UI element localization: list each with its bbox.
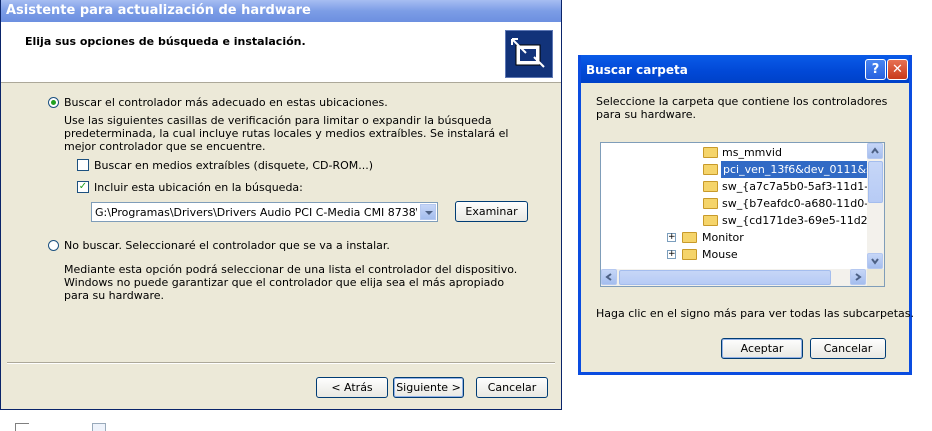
no-search-option-description: Mediante esta opción podrá seleccionar d… [64,263,518,302]
search-option-description: Use las siguientes casillas de verificac… [64,114,509,153]
location-combobox-value: G:\Programas\Drivers\Drivers Audio PCI C… [95,206,417,219]
browse-title-bar: Buscar carpeta ? ✕ [581,55,909,83]
folder-icon [682,232,697,243]
removable-media-label[interactable]: Buscar en medios extraíbles (disquete, C… [94,159,373,172]
no-search-option-label[interactable]: No buscar. Seleccionaré el controlador q… [64,239,390,252]
wizard-title-bar: Asistente para actualización de hardware [1,0,561,22]
vertical-scroll-thumb[interactable] [868,161,883,203]
horizontal-scrollbar[interactable] [601,269,867,286]
tree-item-label: sw_{a7c7a5b0-5af3-11d1-9ce [722,180,885,193]
tree-item-label: Mouse [702,248,738,261]
folder-icon [682,249,697,260]
scrollbar-corner [867,269,884,286]
scroll-down-icon[interactable] [867,253,883,269]
tree-item-label: sw_{cd171de3-69e5-11d2-b5 [722,214,885,227]
folder-icon [703,181,718,192]
button-separator [7,362,555,364]
removable-media-checkbox[interactable] [77,159,89,171]
tree-item-label: Monitor [702,231,744,244]
chevron-down-icon[interactable] [420,204,436,220]
folder-tree[interactable]: ms_mmvid pci_ven_13f6&dev_0111&sub sw_{a… [600,142,885,287]
browse-instruction: Seleccione la carpeta que contiene los c… [596,95,888,121]
no-search-option-radio[interactable] [48,240,59,251]
include-location-checkbox[interactable]: ✓ [77,181,89,193]
expand-icon[interactable]: + [667,233,676,242]
folder-icon [703,198,718,209]
hardware-wizard-icon [505,30,553,78]
scroll-left-icon[interactable] [601,269,617,285]
partial-icon [15,423,29,431]
browse-cancel-button[interactable]: Cancelar [810,338,886,359]
next-button[interactable]: Siguiente > [393,377,464,398]
vertical-scrollbar[interactable] [867,143,884,270]
folder-icon [703,215,718,226]
search-option-label[interactable]: Buscar el controlador más adecuado en es… [64,96,388,109]
scroll-up-icon[interactable] [867,143,883,159]
scroll-right-icon[interactable] [850,269,866,285]
search-option-radio[interactable] [48,97,59,108]
close-icon[interactable]: ✕ [887,59,908,80]
folder-icon [703,164,718,175]
tree-item-label: ms_mmvid [722,146,782,159]
browse-button[interactable]: Examinar [455,201,528,222]
partial-icon [92,423,106,431]
expand-icon[interactable]: + [667,250,676,259]
hardware-update-wizard: Asistente para actualización de hardware… [0,0,562,410]
browse-hint: Haga clic en el signo más para ver todas… [596,307,914,320]
help-icon[interactable]: ? [865,59,886,80]
ok-button[interactable]: Aceptar [721,338,803,359]
cancel-button[interactable]: Cancelar [476,377,548,398]
browse-folder-dialog: Buscar carpeta ? ✕ Seleccione la carpeta… [578,55,914,375]
back-button[interactable]: < Atrás [316,377,388,398]
folder-icon [703,147,718,158]
tree-item-label: sw_{b7eafdc0-a680-11d0-96 [722,197,883,210]
location-combobox[interactable]: G:\Programas\Drivers\Drivers Audio PCI C… [91,202,438,222]
tree-item-label: pci_ven_13f6&dev_0111&sub [721,161,884,178]
browse-title: Buscar carpeta [586,63,688,77]
horizontal-scroll-thumb[interactable] [619,270,831,285]
wizard-header: Elija sus opciones de búsqueda e instala… [1,22,561,83]
wizard-header-title: Elija sus opciones de búsqueda e instala… [25,35,306,48]
include-location-label[interactable]: Incluir esta ubicación en la búsqueda: [94,181,303,194]
